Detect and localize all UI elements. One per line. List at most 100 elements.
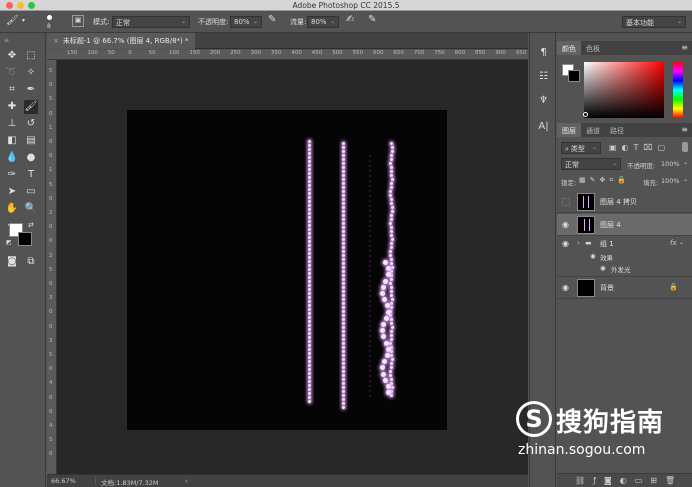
eye-icon[interactable]: ◉ xyxy=(562,283,569,292)
status-menu-icon[interactable]: › xyxy=(185,477,188,485)
glow-bead xyxy=(308,272,312,275)
tab-paths[interactable]: 路径 xyxy=(605,123,629,137)
chevron-right-icon[interactable]: › xyxy=(577,239,580,247)
eyedropper-tool-icon[interactable]: ✒ xyxy=(24,83,38,97)
chevron-down-icon[interactable]: ⌄ xyxy=(679,239,684,246)
glow-bead xyxy=(342,382,346,385)
hue-slider[interactable] xyxy=(673,62,683,118)
lock-icons[interactable]: ▦✎✥⌗🔒 xyxy=(579,176,630,185)
eye-icon[interactable]: ◉ xyxy=(562,239,569,248)
outer-glow-label: 外发光 xyxy=(611,266,631,274)
lasso-tool-icon[interactable]: ➰ xyxy=(5,66,19,80)
eraser-tool-icon[interactable]: ◧ xyxy=(5,134,19,148)
ruler-tick-label: 0 xyxy=(49,451,53,458)
pressure-opacity-icon[interactable]: ✎ xyxy=(268,14,276,25)
background-color-swatch[interactable] xyxy=(18,232,32,246)
move-tool-icon[interactable]: ✥ xyxy=(5,49,19,63)
brush-preset-icon[interactable] xyxy=(47,15,52,20)
zoom-tool-icon[interactable]: 🔍 xyxy=(24,202,38,216)
close-icon[interactable]: × xyxy=(53,37,59,45)
eye-icon[interactable]: ◉ xyxy=(590,252,596,260)
layer-footer-icons[interactable]: ⛓ƒ◙◐▭⊞🗑 xyxy=(575,476,683,485)
background-layer-row[interactable]: ◉ 背景 🔒 xyxy=(557,277,692,299)
outer-glow-row[interactable]: ◉ 外发光 xyxy=(557,263,692,277)
fx-icon[interactable]: fx xyxy=(670,239,677,247)
glow-bead xyxy=(383,278,389,284)
tab-swatches[interactable]: 色板 xyxy=(581,41,605,55)
paragraph-icon[interactable]: ¶ xyxy=(536,47,551,62)
glow-bead xyxy=(390,150,394,153)
eye-icon[interactable]: ◉ xyxy=(562,220,569,229)
brush-tool-icon[interactable]: 🖌 xyxy=(24,100,38,114)
eye-icon[interactable]: ◉ xyxy=(600,264,606,272)
ruler-tick-label: 5 xyxy=(49,96,53,103)
glow-bead xyxy=(390,154,394,157)
screen-mode-icon[interactable]: ⧉ xyxy=(24,255,38,269)
blend-mode-select[interactable]: 正常 ⌄ xyxy=(561,158,621,170)
history-brush-tool-icon[interactable]: ↺ xyxy=(24,117,38,131)
document-workspace[interactable] xyxy=(57,60,528,474)
opacity-input[interactable]: 80% ⌄ xyxy=(230,16,262,28)
dodge-tool-icon[interactable]: ● xyxy=(24,151,38,165)
pen-tool-icon[interactable]: ✑ xyxy=(5,168,19,182)
panel-menu-icon[interactable]: ≡ xyxy=(681,43,688,52)
swap-colors-icon[interactable]: ⇄ xyxy=(28,221,34,229)
background-color-chip[interactable] xyxy=(568,70,580,82)
glow-bead xyxy=(390,394,394,397)
glow-bead xyxy=(342,294,346,297)
glow-bead xyxy=(307,220,311,223)
panel-menu-icon[interactable]: ≡ xyxy=(681,125,688,134)
group-row[interactable]: ◉ › ▬ 组 1 fx ⌄ xyxy=(557,237,692,251)
path-select-tool-icon[interactable]: ➤ xyxy=(5,185,19,199)
tab-channels[interactable]: 通道 xyxy=(581,123,605,137)
adjustments-icon[interactable]: ☷ xyxy=(536,71,551,86)
brush-presets-icon[interactable]: ♆ xyxy=(536,95,551,110)
type-tool-icon[interactable]: T xyxy=(24,168,38,182)
color-field[interactable] xyxy=(584,62,664,118)
layer-name: 组 1 xyxy=(600,240,614,248)
character-icon[interactable]: A| xyxy=(536,121,551,136)
layer-opacity-value[interactable]: 100% xyxy=(661,160,680,168)
brush-tool-icon[interactable]: 🖌 xyxy=(6,15,19,26)
layer-filter-icons[interactable]: ▣◐T⌧▢ xyxy=(609,143,670,152)
chevron-down-icon[interactable]: ▾ xyxy=(22,17,25,24)
crop-tool-icon[interactable]: ⌗ xyxy=(5,83,19,97)
zoom-level[interactable]: 66.67% xyxy=(51,477,76,485)
quick-mask-icon[interactable]: ◙ xyxy=(5,255,19,269)
effects-row[interactable]: ◉ 效果 xyxy=(557,251,692,263)
glow-bead xyxy=(341,398,345,401)
chevron-down-icon[interactable]: ⌄ xyxy=(683,159,688,166)
quick-select-tool-icon[interactable]: ✧ xyxy=(24,66,38,80)
pressure-size-icon[interactable]: ✎ xyxy=(368,14,376,25)
default-colors-icon[interactable]: ◩ xyxy=(6,239,12,246)
layer-row[interactable]: 图层 4 拷贝 xyxy=(557,191,692,213)
flow-input[interactable]: 80% ⌄ xyxy=(307,16,339,28)
gradient-tool-icon[interactable]: ▤ xyxy=(24,134,38,148)
glow-bead xyxy=(342,242,346,245)
marquee-tool-icon[interactable]: ⬚ xyxy=(24,49,38,63)
mode-select[interactable]: 正常 ⌄ xyxy=(112,16,190,28)
hand-tool-icon[interactable]: ✋ xyxy=(5,202,19,216)
glow-bead xyxy=(342,386,346,389)
layer-filter-select[interactable]: ⌕ 类型 ⌄ xyxy=(561,142,601,154)
glow-bead xyxy=(368,310,371,312)
toolbar-grip[interactable]: ≡ xyxy=(4,38,42,44)
document-tab[interactable]: × 未标题-1 @ 66.7% (图层 4, RGB/8*) * xyxy=(47,33,195,49)
document-canvas[interactable] xyxy=(127,110,447,430)
color-picker-cursor[interactable] xyxy=(583,112,588,117)
blur-tool-icon[interactable]: 💧 xyxy=(5,151,19,165)
healing-tool-icon[interactable]: ✚ xyxy=(5,100,19,114)
filter-toggle[interactable] xyxy=(682,142,688,152)
status-divider xyxy=(95,476,96,485)
brush-panel-icon[interactable]: ▣ xyxy=(72,15,84,27)
airbrush-icon[interactable]: ✍ xyxy=(346,14,354,25)
rectangle-tool-icon[interactable]: ▭ xyxy=(24,185,38,199)
chevron-down-icon[interactable]: ⌄ xyxy=(683,176,688,183)
workspace-select[interactable]: 基本功能 ⌄ xyxy=(622,16,686,28)
layer-row-selected[interactable]: ◉ 图层 4 xyxy=(557,214,692,236)
fill-value[interactable]: 100% xyxy=(661,177,680,185)
tab-color[interactable]: 颜色 xyxy=(557,41,581,55)
clone-stamp-tool-icon[interactable]: ⊥ xyxy=(5,117,19,131)
visibility-toggle-off[interactable] xyxy=(562,198,570,206)
tab-layers[interactable]: 图层 xyxy=(557,123,581,137)
